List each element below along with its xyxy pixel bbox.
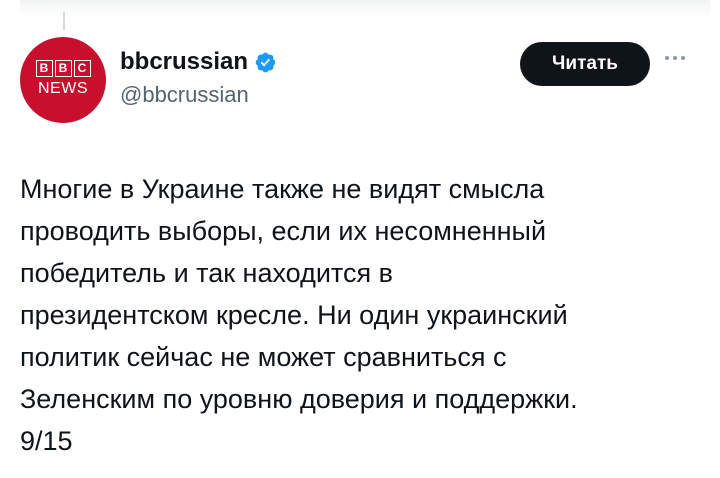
more-dots-icon[interactable] (665, 56, 685, 60)
bbc-logo-letter: B (54, 60, 72, 77)
verified-badge-icon[interactable] (254, 51, 277, 74)
avatar[interactable]: B B C NEWS (20, 37, 106, 123)
author-display-name[interactable]: bbcrussian (120, 48, 248, 76)
bbc-logo-news: NEWS (38, 80, 88, 97)
bbc-logo: B B C (35, 60, 91, 77)
bbc-logo-letter: C (73, 60, 91, 77)
thread-connector-line (63, 12, 65, 30)
dot (681, 56, 685, 60)
dot (665, 56, 669, 60)
bbc-logo-letter: B (35, 60, 53, 77)
read-button[interactable]: Читать (520, 42, 650, 86)
author-name-row: bbcrussian (120, 48, 277, 76)
previous-tweet-edge (20, 0, 710, 18)
tweet-text: Многие в Украине также не видят смысла п… (20, 174, 578, 456)
author-handle[interactable]: @bbcrussian (120, 82, 249, 108)
dot (673, 56, 677, 60)
